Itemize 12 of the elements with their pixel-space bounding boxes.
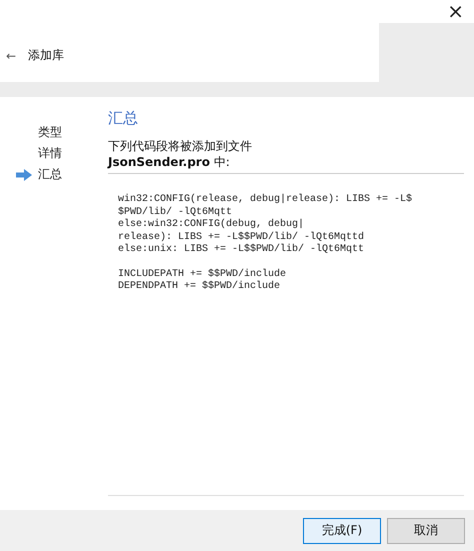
page-heading: 汇总: [108, 109, 139, 128]
finish-button[interactable]: 完成(F): [303, 518, 381, 544]
code-snippet: INCLUDEPATH += $$PWD/include DEPENDPATH += $$PWD/include: [118, 268, 288, 294]
back-arrow-button[interactable]: ←: [6, 48, 16, 62]
step-label: 详情: [38, 145, 62, 162]
window-title: 添加库: [28, 47, 64, 64]
cancel-button[interactable]: 取消: [387, 518, 465, 544]
description-text: 下列代码段将被添加到文件 JsonSender.pro 中:: [108, 138, 253, 170]
step-label: 汇总: [38, 166, 62, 183]
step-label: 类型: [38, 124, 62, 141]
close-button[interactable]: ×: [437, 0, 474, 23]
code-snippet: win32:CONFIG(release, debug|release): LIBS += -L$ $PWD/lib/ -lQt6Mqtt else:win32:CONFIG(debug, debug| release): LIBS += -L$$PWD/lib/ -lQt6Mqttd else:unix: LIBS += -L$$PWD/lib/ -lQt6Mqtt: [118, 194, 414, 256]
